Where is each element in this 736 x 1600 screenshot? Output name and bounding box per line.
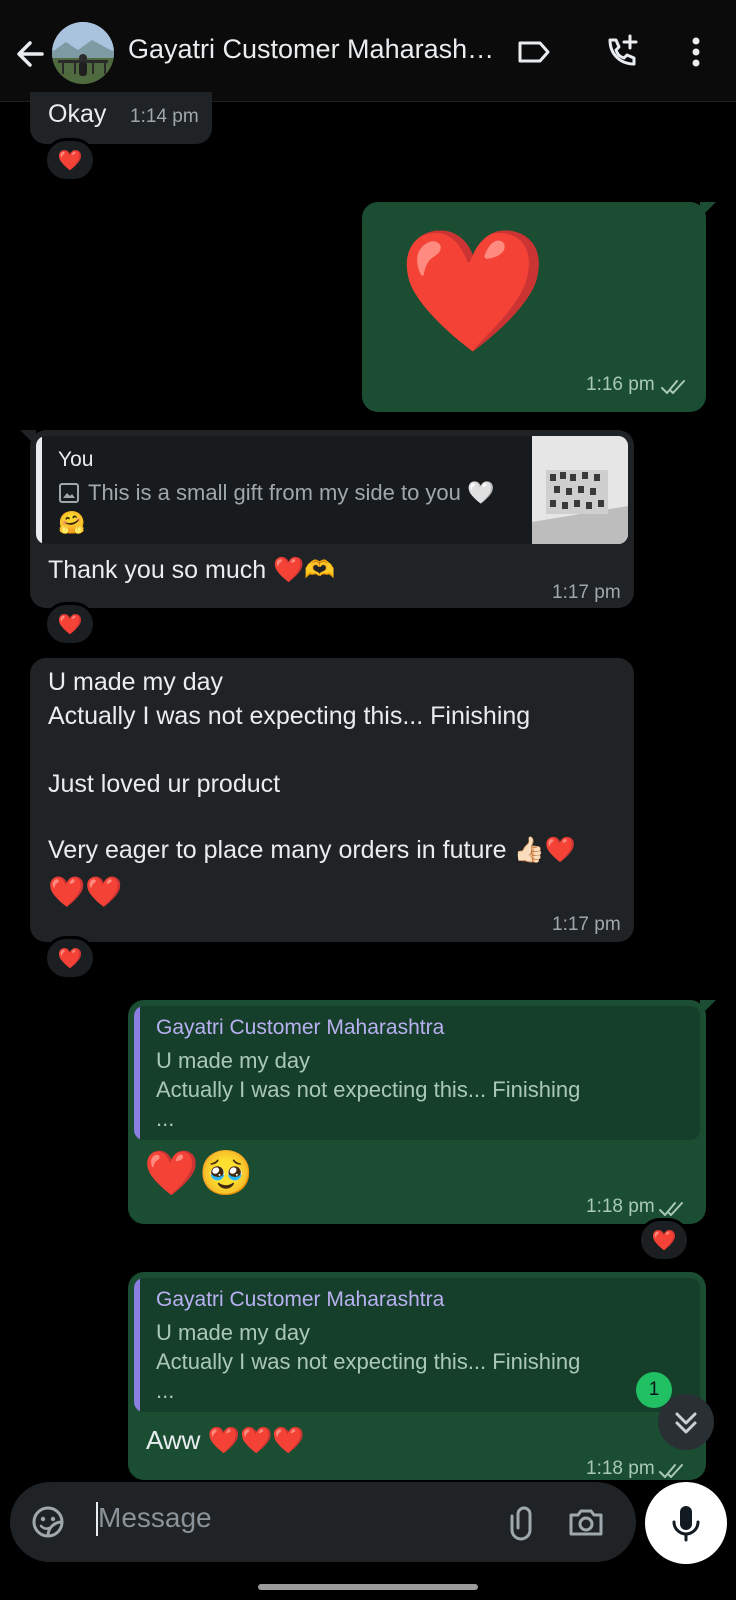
voice-record-button[interactable] [645,1482,727,1564]
heart-reaction: ❤️ [57,947,83,970]
quoted-message[interactable]: You This is a small gift from my side to… [36,436,628,544]
quote-text: U made my day Actually I was not expecti… [156,1048,581,1131]
quote-bar [134,1278,140,1412]
message-outgoing-reply[interactable]: Gayatri Customer Maharashtra U made my d… [128,1272,706,1480]
heart-reaction: ❤️ [57,149,83,172]
read-ticks-icon [659,1202,683,1216]
message-outgoing[interactable]: ❤️ 1:16 pm [362,202,706,412]
quote-author: You [58,448,94,471]
read-ticks-icon [661,380,685,394]
message-time: 1:18 pm [586,1196,655,1217]
camera-icon[interactable] [566,1502,606,1542]
reaction-badge[interactable]: ❤️ [44,602,96,646]
message-text: Okay [48,100,107,128]
home-indicator[interactable] [258,1584,478,1590]
message-outgoing-reply[interactable]: Gayatri Customer Maharashtra U made my d… [128,1000,706,1224]
sticker-icon[interactable] [28,1502,68,1542]
quoted-message[interactable]: Gayatri Customer Maharashtra U made my d… [134,1006,700,1140]
contact-avatar[interactable] [52,22,114,84]
message-text: Thank you so much ❤️🫶 [48,556,336,584]
chat-screen: Gayatri Customer Maharasht… Okay 1:14 pm… [0,0,736,1600]
message-time: 1:18 pm [586,1458,655,1479]
message-incoming-reply[interactable]: You This is a small gift from my side to… [30,430,634,608]
microphone-icon [672,1506,700,1542]
quote-author: Gayatri Customer Maharashtra [156,1288,445,1311]
contact-name[interactable]: Gayatri Customer Maharasht… [128,34,500,65]
attach-paperclip-icon[interactable] [500,1502,540,1542]
message-composer: Message [10,1482,636,1562]
label-icon[interactable] [512,30,556,74]
quote-text: U made my day Actually I was not expecti… [156,1320,581,1403]
read-ticks-icon [659,1464,683,1478]
message-incoming[interactable]: Okay 1:14 pm [30,92,212,144]
unread-count-badge: 1 [636,1372,672,1408]
back-arrow-icon[interactable] [12,34,52,74]
message-line: Just loved ur product [48,770,281,798]
add-call-icon[interactable] [600,30,644,74]
heart-reaction: ❤️ [651,1229,677,1252]
reaction-badge[interactable]: ❤️ [44,138,96,182]
message-line: Actually I was not expecting this... Fin… [48,702,531,730]
message-incoming[interactable]: U made my day Actually I was not expecti… [30,658,634,942]
message-input[interactable]: Message [98,1502,212,1534]
quote-bar [36,436,42,544]
message-time: 1:17 pm [552,914,621,935]
quote-text: This is a small gift from my side to you… [88,480,495,505]
quoted-message[interactable]: Gayatri Customer Maharashtra U made my d… [134,1278,700,1412]
bubble-tail [700,202,716,218]
image-icon [59,483,79,503]
message-text: ❤️🥹 [144,1149,254,1198]
quote-bar [134,1006,140,1140]
quote-text-emoji: 🤗 [58,510,86,535]
message-text: Aww ❤️❤️❤️ [146,1425,305,1455]
message-line: Very eager to place many orders in futur… [48,836,576,864]
quote-author: Gayatri Customer Maharashtra [156,1016,445,1039]
message-line: ❤️❤️ [48,876,123,909]
reaction-badge[interactable]: ❤️ [638,1218,690,1262]
big-heart-emoji: ❤️ [398,224,548,358]
more-options-icon[interactable] [674,30,718,74]
message-time: 1:17 pm [552,582,621,603]
reaction-badge[interactable]: ❤️ [44,936,96,980]
heart-reaction: ❤️ [57,613,83,636]
message-line: U made my day [48,668,224,696]
quote-image-thumbnail [532,436,628,544]
message-time: 1:14 pm [130,106,199,127]
chat-header: Gayatri Customer Maharasht… [0,0,736,102]
message-time: 1:16 pm [586,374,655,395]
